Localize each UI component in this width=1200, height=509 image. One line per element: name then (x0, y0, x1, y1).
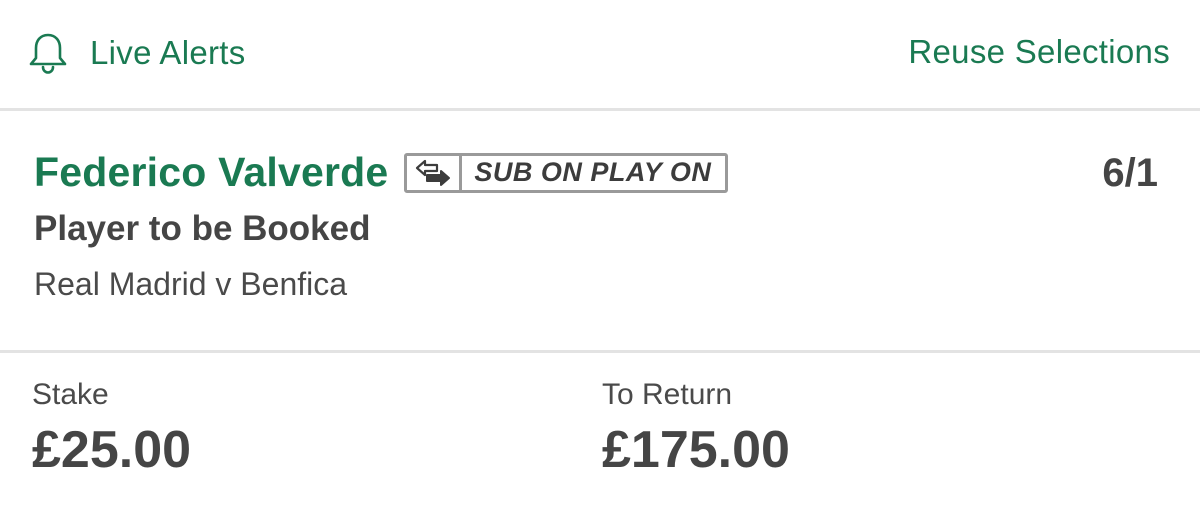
player-name: Federico Valverde (34, 149, 389, 195)
event-name: Real Madrid v Benfica (34, 266, 348, 302)
odds: 6/1 (1102, 151, 1158, 195)
swap-arrows-icon (407, 155, 463, 190)
reuse-selections-link[interactable]: Reuse Selections (908, 33, 1170, 71)
sub-on-play-on-badge: SUB ON PLAY ON (404, 152, 729, 193)
to-return-field: To Return £175.00 (602, 378, 790, 480)
selection-title-row: Federico Valverde SUB ON PLAY ON (34, 149, 729, 196)
live-alerts-label: Live Alerts (90, 34, 246, 71)
betslip-header: Live Alerts Reuse Selections (0, 0, 1200, 108)
to-return-value: £175.00 (602, 421, 790, 479)
stake-value[interactable]: £25.00 (32, 420, 191, 480)
market-name: Player to be Booked (34, 209, 371, 248)
to-return-label: To Return (602, 378, 733, 411)
badge-label: SUB ON PLAY ON (474, 157, 712, 187)
bell-icon (28, 31, 68, 75)
bet-selection: Federico Valverde SUB ON PLAY ON 6/1 Pla… (0, 111, 1200, 350)
stake-label: Stake (32, 378, 109, 411)
live-alerts-button[interactable]: Live Alerts (28, 28, 246, 78)
selection-divider (0, 350, 1200, 353)
stake-field[interactable]: Stake £25.00 (32, 378, 191, 480)
